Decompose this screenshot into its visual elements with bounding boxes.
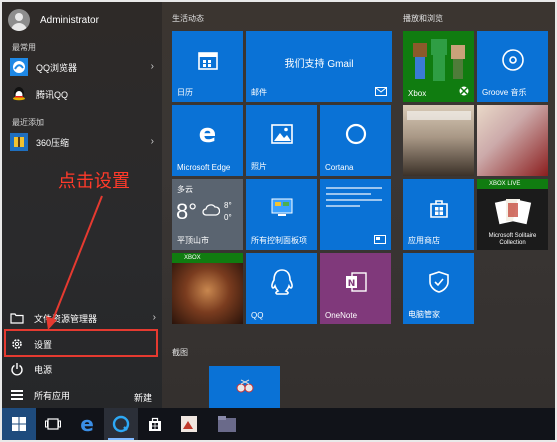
news-text-lines <box>326 187 382 207</box>
photo-icon <box>246 105 317 162</box>
mail-message: 我们支持 Gmail <box>284 59 354 70</box>
game-character-image <box>172 263 243 324</box>
xbox-bar: XBOX <box>172 253 243 263</box>
playing-cards-icon <box>477 191 548 232</box>
tile-label: 平顶山市 <box>177 236 209 245</box>
folder-icon <box>218 416 236 432</box>
tile-label: 所有控制面板项 <box>251 236 307 245</box>
tile-qq[interactable]: QQ <box>246 253 317 324</box>
active-indicator <box>108 438 134 440</box>
minecraft-characters-icon <box>403 31 474 88</box>
taskbar-store-button[interactable] <box>138 408 172 440</box>
qq-penguin-outline-icon <box>246 253 317 310</box>
tile-label: Cortana <box>325 163 354 172</box>
solitaire-title: Microsoft Solitaire Collection <box>488 233 537 246</box>
tile-label: OneNote <box>325 311 358 320</box>
tile-store[interactable]: 应用商店 <box>403 179 474 250</box>
weather-low: 0° <box>224 213 232 222</box>
taskbar-folder-button[interactable] <box>212 408 242 440</box>
windows-logo-icon <box>12 417 26 431</box>
tile-label: 电脑管家 <box>408 310 440 319</box>
tile-photos[interactable]: 照片 <box>246 105 317 176</box>
task-view-button[interactable] <box>36 408 70 440</box>
news-tile-icon <box>374 235 386 246</box>
tile-label: 照片 <box>251 162 267 171</box>
tile-onenote[interactable]: N OneNote <box>320 253 391 324</box>
start-button[interactable] <box>2 408 36 440</box>
start-menu-tiles-pane: 生活动态 播放和浏览 日历 我们支持 Gmail 邮件 Xbox Groove … <box>162 2 555 408</box>
tile-weather[interactable]: 多云 8° 8° 0° 平顶山市 <box>172 179 243 250</box>
settings-highlight-box <box>4 329 158 357</box>
weather-cloud-icon <box>202 202 221 221</box>
weather-condition: 多云 <box>177 185 193 194</box>
tile-label: 应用商店 <box>408 236 440 245</box>
tile-label: 邮件 <box>251 88 267 97</box>
tile-calendar[interactable]: 日历 <box>172 31 243 102</box>
taskbar-qq-browser-button[interactable] <box>104 408 138 440</box>
group-header-play: 播放和浏览 <box>403 14 443 23</box>
cortana-ring-icon <box>320 105 391 162</box>
tile-label: Microsoft Edge <box>177 163 231 172</box>
collage-image <box>477 105 548 176</box>
control-panel-icon <box>246 179 317 236</box>
tile-mail[interactable]: 我们支持 Gmail 邮件 <box>246 31 392 102</box>
weather-temperature: 8° <box>176 199 198 224</box>
store-bag-icon <box>403 179 474 236</box>
onenote-icon: N <box>320 253 391 310</box>
tile-edge[interactable]: e Microsoft Edge <box>172 105 243 176</box>
taskbar: e <box>2 408 555 440</box>
xbox-live-bar: XBOX LIVE <box>477 179 548 189</box>
tile-screenshot-tool[interactable] <box>209 366 280 408</box>
tile-xbox[interactable]: Xbox <box>403 31 474 102</box>
tile-label: Xbox <box>408 89 427 98</box>
tile-groove-music[interactable]: Groove 音乐 <box>477 31 548 102</box>
snipping-tool-icon <box>209 366 280 408</box>
tile-solitaire[interactable]: XBOX LIVE Microsoft Solitaire Collection <box>477 179 548 250</box>
tile-news-photo[interactable] <box>403 105 474 176</box>
tile-label: 日历 <box>177 88 193 97</box>
groove-disc-icon <box>477 31 548 88</box>
task-view-icon <box>45 418 61 430</box>
weather-high: 8° <box>224 201 232 210</box>
group-header-screenshot: 截图 <box>172 348 188 357</box>
group-header-life: 生活动态 <box>172 14 204 23</box>
tile-xbox-game[interactable]: XBOX <box>172 253 243 324</box>
tile-control-panel[interactable]: 所有控制面板项 <box>246 179 317 250</box>
news-headline-image-text <box>407 111 471 120</box>
taskbar-app-button[interactable] <box>172 408 206 440</box>
tile-pc-manager[interactable]: 电脑管家 <box>403 253 474 324</box>
tile-cortana[interactable]: Cortana <box>320 105 391 176</box>
tile-photo-collage[interactable] <box>477 105 548 176</box>
edge-icon: e <box>80 412 94 436</box>
tile-label: Groove 音乐 <box>482 88 527 97</box>
store-bag-icon <box>149 417 161 431</box>
shield-icon <box>403 253 474 310</box>
xbox-logo-icon <box>459 86 469 98</box>
taskbar-edge-button[interactable]: e <box>70 408 104 440</box>
tile-label: QQ <box>251 311 264 320</box>
qq-browser-icon <box>112 415 130 433</box>
calendar-icon <box>172 31 243 88</box>
mail-envelope-icon <box>375 87 387 98</box>
edge-icon: e <box>198 118 217 149</box>
tile-news-text[interactable] <box>320 179 391 250</box>
svg-text:N: N <box>347 279 355 289</box>
app-thumbnail-icon <box>181 416 197 432</box>
